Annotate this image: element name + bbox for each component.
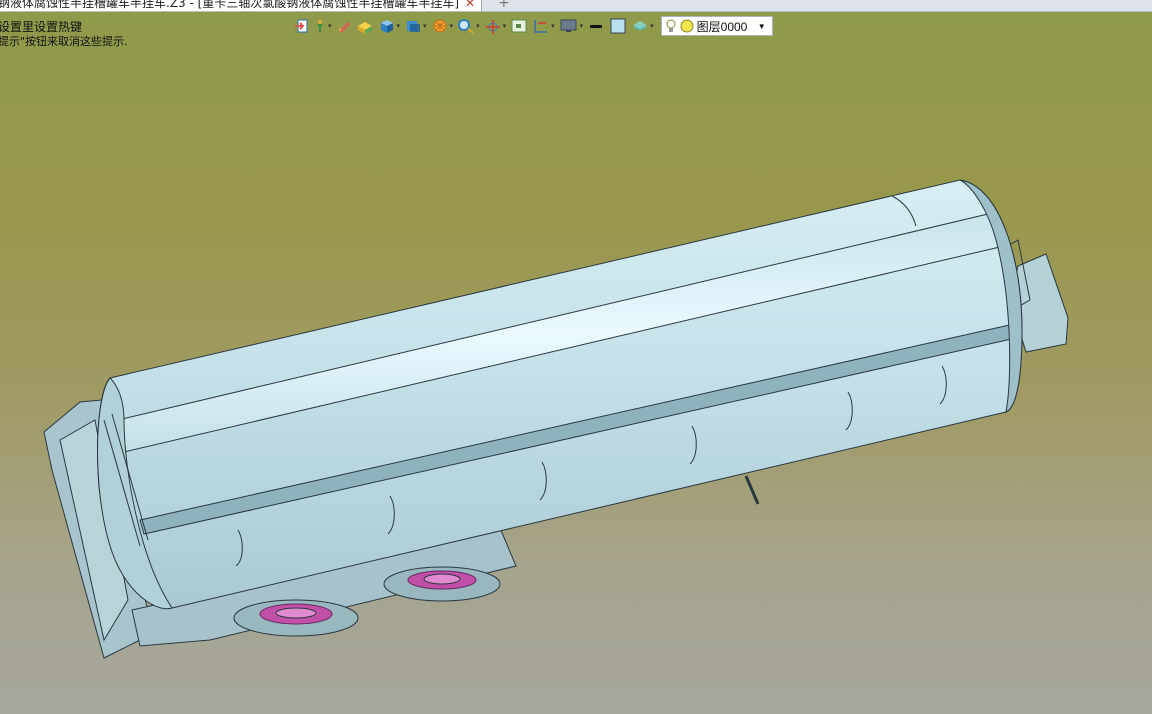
pointer-button[interactable]: ▾ <box>312 16 333 36</box>
line-icon <box>590 25 603 28</box>
box-button[interactable] <box>355 16 375 36</box>
chevron-down-icon: ▾ <box>551 22 555 30</box>
landing-leg <box>744 475 760 505</box>
axis-icon <box>485 20 500 34</box>
frame-button[interactable] <box>509 16 529 36</box>
color-button[interactable] <box>608 16 628 36</box>
cube-shaded-button[interactable]: ▾ <box>403 16 428 36</box>
document-tab-title: 钠液体腐蚀性半挂槽罐车半挂车.Z3 - [重卡三轴次氯酸钠液体腐蚀性半挂槽罐车半… <box>0 0 459 10</box>
dimension-icon <box>534 20 548 33</box>
chevron-down-icon: ▾ <box>328 22 332 30</box>
layer-select[interactable]: 图层0000 ▼ <box>660 16 773 36</box>
monitor-icon <box>560 19 577 32</box>
dimension-button[interactable]: ▾ <box>531 16 556 36</box>
tanker-trailer-model <box>43 179 1069 659</box>
chevron-down-icon: ▾ <box>502 22 507 30</box>
layer-state-icon <box>680 19 694 33</box>
monitor-button[interactable]: ▾ <box>558 16 585 36</box>
zoom-icon <box>458 19 474 34</box>
layer-stack-button[interactable]: ▾ <box>630 16 655 36</box>
chevron-down-icon: ▾ <box>396 22 401 30</box>
pen-icon <box>338 22 350 33</box>
chevron-down-icon: ▾ <box>423 22 427 30</box>
line-style-button[interactable] <box>586 16 606 36</box>
wheel-icon <box>433 19 447 33</box>
cube-icon <box>380 20 393 33</box>
document-tab[interactable]: 钠液体腐蚀性半挂槽罐车半挂车.Z3 - [重卡三轴次氯酸钠液体腐蚀性半挂槽罐车半… <box>0 0 483 11</box>
close-icon[interactable]: ✕ <box>465 0 475 11</box>
document-tabbar: 钠液体腐蚀性半挂槽罐车半挂车.Z3 - [重卡三轴次氯酸钠液体腐蚀性半挂槽罐车半… <box>0 0 1152 12</box>
chevron-down-icon: ▾ <box>449 22 454 30</box>
pen-button[interactable] <box>335 16 353 36</box>
add-tab-icon[interactable]: + <box>498 0 510 11</box>
rear-axle-wheel-2 <box>383 566 501 602</box>
model-viewport[interactable] <box>0 40 1152 714</box>
pointer-icon <box>317 20 323 32</box>
cube-button[interactable]: ▾ <box>377 16 402 36</box>
chevron-down-icon: ▾ <box>476 22 480 30</box>
zoom-button[interactable]: ▾ <box>456 16 481 36</box>
axis-button[interactable]: ▾ <box>483 16 508 36</box>
exit-button[interactable] <box>292 16 310 36</box>
rear-axle-wheel-1 <box>233 599 359 637</box>
box-icon <box>357 22 372 34</box>
color-icon <box>610 18 626 34</box>
chevron-down-icon: ▾ <box>650 22 654 30</box>
chevron-down-icon: ▾ <box>579 22 584 30</box>
layer-stack-icon <box>633 21 648 31</box>
wheel-button[interactable]: ▾ <box>430 16 455 36</box>
dropdown-arrow-icon: ▼ <box>757 21 766 31</box>
exit-icon <box>295 19 308 33</box>
cube-blue-icon <box>407 21 421 32</box>
view-toolbar: ▾ ▾ ▾ ▾ ▾ ▾ ▾ ▾ ▾ 图层0000 ▼ <box>292 15 773 37</box>
frame-icon <box>511 19 527 33</box>
layer-name: 图层0000 <box>696 19 748 34</box>
bulb-icon <box>666 19 676 32</box>
